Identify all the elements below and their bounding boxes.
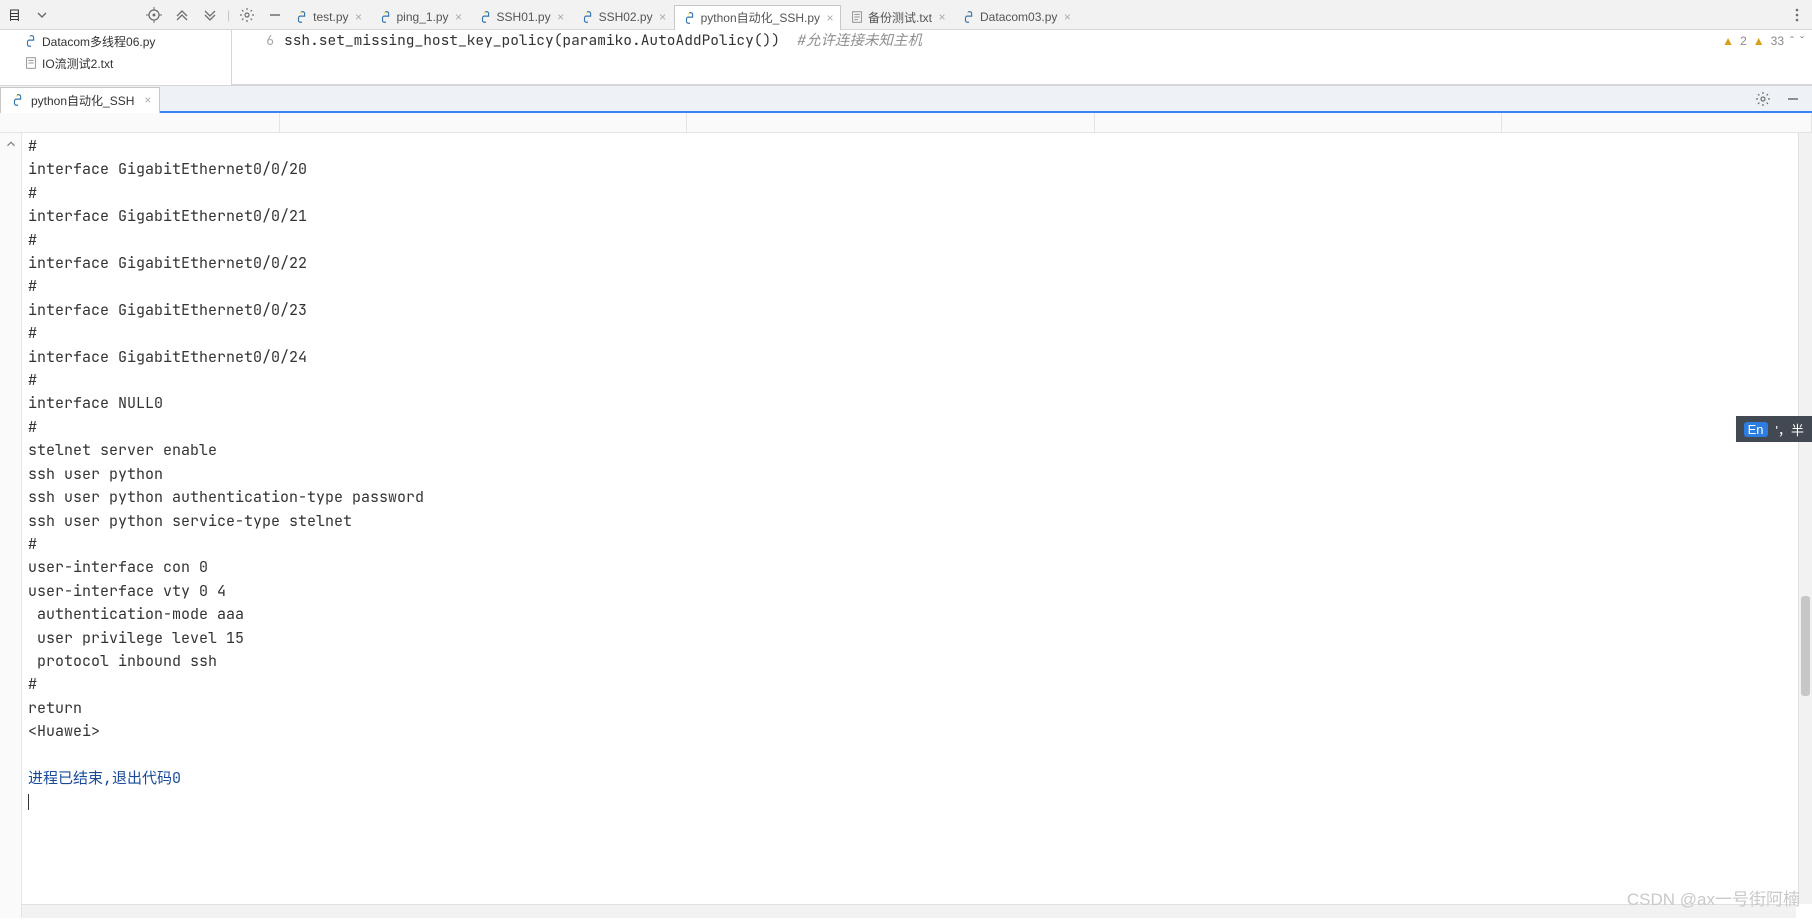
python-file-icon — [683, 11, 697, 25]
close-icon[interactable]: × — [936, 11, 948, 23]
python-file-icon — [11, 93, 25, 107]
editor-tab[interactable]: test.py × — [286, 4, 369, 30]
editor-tab-label: Datacom03.py — [980, 10, 1057, 24]
python-file-icon — [24, 34, 38, 48]
up-nav-icon[interactable]: ˆ — [1790, 30, 1794, 52]
console-tab-label: python自动化_SSH — [31, 92, 134, 109]
project-file-label: Datacom多线程06.py — [42, 33, 155, 50]
project-file-item[interactable]: Datacom多线程06.py — [0, 30, 231, 52]
close-icon[interactable]: × — [824, 12, 836, 24]
editor-tab-label: python自动化_SSH.py — [701, 9, 820, 26]
down-nav-icon[interactable]: ˇ — [1800, 30, 1804, 52]
warning-triangle-icon: ▲ — [1753, 30, 1765, 52]
caret — [28, 794, 29, 810]
expand-all-icon[interactable] — [171, 4, 193, 26]
editor-tab[interactable]: SSH02.py × — [572, 4, 674, 30]
editor-gutter: 6 — [232, 30, 284, 84]
text-file-icon — [850, 10, 864, 24]
text-file-icon — [24, 56, 38, 70]
gear-icon[interactable] — [1752, 88, 1774, 110]
minimize-icon[interactable] — [1782, 88, 1804, 110]
console-actions — [1752, 88, 1812, 110]
toolbar-right — [1786, 4, 1812, 26]
ime-text: '，半 — [1776, 420, 1804, 439]
editor-tab[interactable]: SSH01.py × — [470, 4, 572, 30]
editor-tab-label: SSH02.py — [599, 10, 653, 24]
project-view-label[interactable]: 目 — [4, 4, 25, 26]
project-file-label: IO流测试2.txt — [42, 55, 113, 72]
console-cells-row — [0, 113, 1812, 133]
ime-indicator[interactable]: En '，半 — [1736, 416, 1812, 442]
vertical-scrollbar[interactable] — [1798, 133, 1812, 904]
python-file-icon — [581, 10, 595, 24]
editor-tab[interactable]: ping_1.py × — [370, 4, 470, 30]
code-text: ssh.set_missing_host_key_policy(paramiko… — [284, 31, 789, 50]
editor-tab-label: ping_1.py — [397, 10, 449, 24]
console-output[interactable]: # interface GigabitEthernet0/0/20 # inte… — [22, 133, 1812, 820]
minimize-icon[interactable] — [264, 4, 286, 26]
code-comment: #允许连接未知主机 — [789, 31, 922, 50]
close-icon[interactable]: × — [453, 11, 465, 23]
horizontal-scrollbar[interactable] — [22, 904, 1796, 918]
editor-tab-label: test.py — [313, 10, 348, 24]
project-panel: Datacom多线程06.py IO流测试2.txt — [0, 30, 232, 85]
ime-lang-badge: En — [1744, 422, 1768, 437]
python-file-icon — [295, 10, 309, 24]
target-icon[interactable] — [143, 4, 165, 26]
gear-icon[interactable] — [236, 4, 258, 26]
python-file-icon — [962, 10, 976, 24]
top-toolbar: 目 | test.py × ping_1.py × SSH01.py × SSH02.py ×… — [0, 0, 1812, 30]
python-file-icon — [479, 10, 493, 24]
warning-triangle-icon: ▲ — [1722, 30, 1734, 52]
editor-tab[interactable]: 备份测试.txt × — [841, 4, 953, 30]
exit-message: 进程已结束,退出代码0 — [28, 768, 181, 788]
inspections-widget[interactable]: ▲ 2 ▲ 33 ˆ ˇ — [1722, 30, 1804, 52]
close-icon[interactable]: × — [353, 11, 365, 23]
dropdown-icon[interactable] — [31, 4, 53, 26]
editor-tabs: test.py×ping_1.py×SSH01.py×SSH02.py×pyth… — [286, 0, 1786, 30]
project-file-item[interactable]: IO流测试2.txt — [0, 52, 231, 74]
up-arrow-icon[interactable] — [4, 137, 18, 151]
collapse-all-icon[interactable] — [199, 4, 221, 26]
main-content-row: Datacom多线程06.py IO流测试2.txt 6 ssh.set_miss… — [0, 30, 1812, 85]
console-text: # interface GigabitEthernet0/0/20 # inte… — [28, 136, 424, 741]
console-body: # interface GigabitEthernet0/0/20 # inte… — [0, 133, 1812, 918]
python-file-icon — [379, 10, 393, 24]
console-tab[interactable]: python自动化_SSH × — [0, 87, 160, 113]
warn1-count: 2 — [1740, 30, 1747, 52]
editor-area[interactable]: 6 ssh.set_missing_host_key_policy(parami… — [232, 30, 1812, 85]
editor-tab[interactable]: python自动化_SSH.py × — [674, 5, 841, 30]
warn2-count: 33 — [1771, 30, 1784, 52]
toolbar-left: 目 | — [0, 4, 286, 26]
code-line[interactable]: ssh.set_missing_host_key_policy(paramiko… — [284, 30, 1812, 84]
editor-tab[interactable]: Datacom03.py × — [953, 4, 1078, 30]
watermark-text: CSDN @ax一号街阿楠 — [1627, 885, 1800, 910]
close-icon[interactable]: × — [144, 93, 151, 107]
console-gutter — [0, 133, 22, 918]
more-icon[interactable] — [1786, 4, 1808, 26]
close-icon[interactable]: × — [555, 11, 567, 23]
close-icon[interactable]: × — [657, 11, 669, 23]
scrollbar-thumb[interactable] — [1801, 596, 1810, 696]
console-header: python自动化_SSH × — [0, 85, 1812, 113]
editor-tab-label: SSH01.py — [497, 10, 551, 24]
close-icon[interactable]: × — [1061, 11, 1073, 23]
editor-tab-label: 备份测试.txt — [868, 9, 932, 26]
